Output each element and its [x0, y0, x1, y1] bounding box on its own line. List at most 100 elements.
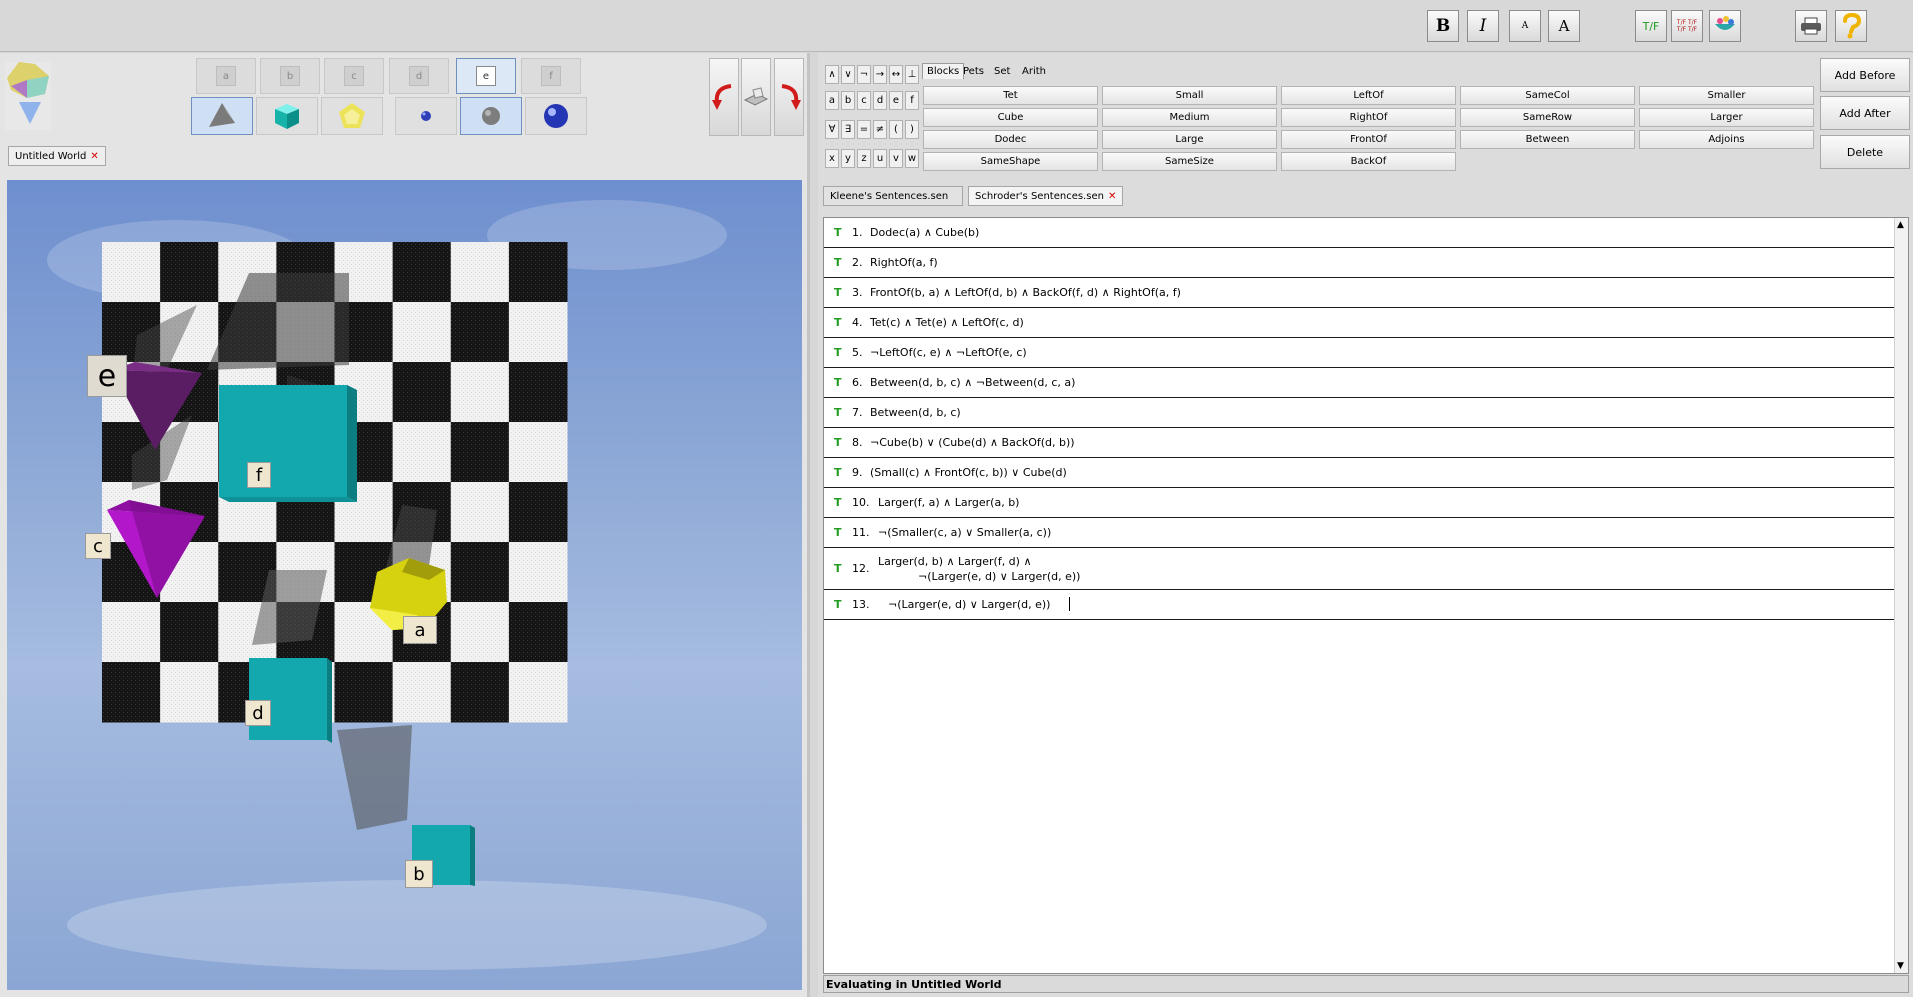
predicate-button-leftof[interactable]: LeftOf	[1281, 86, 1456, 105]
predicate-button-between[interactable]: Between	[1460, 130, 1635, 149]
predicate-button-medium[interactable]: Medium	[1102, 108, 1277, 127]
shape-button-cube[interactable]	[256, 97, 318, 135]
close-icon[interactable]: ✕	[1108, 191, 1116, 202]
scroll-down-icon[interactable]: ▼	[1897, 961, 1904, 971]
symbol-button[interactable]: c	[857, 91, 871, 110]
tab-blocks[interactable]: Blocks	[922, 63, 965, 79]
symbol-button[interactable]: b	[841, 91, 855, 110]
help-button[interactable]	[1835, 10, 1867, 42]
predicate-button-samesize[interactable]: SameSize	[1102, 152, 1277, 171]
sentence-formula[interactable]: ¬Cube(b) ∨ (Cube(d) ∧ BackOf(d, b))	[870, 436, 1075, 449]
label-button-a[interactable]: a	[196, 58, 256, 94]
sentence-row[interactable]: T 6. Between(d, b, c) ∧ ¬Between(d, c, a)	[824, 368, 1894, 398]
sentence-formula[interactable]: FrontOf(b, a) ∧ LeftOf(d, b) ∧ BackOf(f,…	[870, 286, 1181, 299]
symbol-button[interactable]: =	[857, 120, 871, 139]
symbol-button[interactable]: f	[905, 91, 919, 110]
sentence-formula[interactable]: ¬LeftOf(c, e) ∧ ¬LeftOf(e, c)	[870, 346, 1027, 359]
predicate-button-tet[interactable]: Tet	[923, 86, 1098, 105]
view-2d-button[interactable]	[741, 58, 771, 136]
symbol-button[interactable]: w	[905, 149, 919, 168]
block-f[interactable]	[219, 385, 357, 502]
print-button[interactable]	[1795, 10, 1827, 42]
sentence-row[interactable]: T 5. ¬LeftOf(c, e) ∧ ¬LeftOf(e, c)	[824, 338, 1894, 368]
sentence-editor[interactable]: T 1. Dodec(a) ∧ Cube(b) T 2. RightOf(a, f) T 3.…	[823, 217, 1909, 974]
predicate-button-dodec[interactable]: Dodec	[923, 130, 1098, 149]
symbol-button[interactable]: ∧	[825, 65, 839, 84]
tab-arith[interactable]: Arith	[1018, 63, 1050, 79]
label-button-b[interactable]: b	[260, 58, 320, 94]
delete-button[interactable]: Delete	[1820, 135, 1910, 169]
predicate-button-larger[interactable]: Larger	[1639, 108, 1814, 127]
sentence-row[interactable]: T 13. ¬(Larger(e, d) ∨ Larger(d, e))	[824, 590, 1894, 620]
verify-tf-button[interactable]: T/F	[1635, 10, 1667, 42]
palette-icon[interactable]	[5, 56, 57, 132]
symbol-button[interactable]: (	[889, 120, 903, 139]
vertical-scrollbar[interactable]: ▲ ▼	[1894, 218, 1908, 973]
sentence-formula[interactable]: Larger(f, a) ∧ Larger(a, b)	[878, 496, 1019, 509]
sentence-formula[interactable]: (Small(c) ∧ FrontOf(c, b)) ∨ Cube(d)	[870, 466, 1067, 479]
tab-schroder-sentences[interactable]: Schroder's Sentences.sen ✕	[968, 186, 1123, 206]
verify-all-button[interactable]: T/F T/F T/F T/F	[1671, 10, 1703, 42]
tab-pets[interactable]: Pets	[959, 63, 988, 79]
game-button[interactable]	[1709, 10, 1741, 42]
size-button-large[interactable]	[525, 97, 587, 135]
predicate-button-cube[interactable]: Cube	[923, 108, 1098, 127]
sentence-row[interactable]: T 1. Dodec(a) ∧ Cube(b)	[824, 218, 1894, 248]
label-button-e[interactable]: e	[456, 58, 516, 94]
symbol-button[interactable]: ≠	[873, 120, 887, 139]
rotate-right-button[interactable]	[774, 58, 804, 136]
tab-untitled-world[interactable]: Untitled World ✕	[8, 146, 106, 166]
size-button-medium[interactable]	[460, 97, 522, 135]
predicate-button-samecol[interactable]: SameCol	[1460, 86, 1635, 105]
italic-button[interactable]: I	[1467, 10, 1499, 42]
sentence-row[interactable]: T 12. Larger(d, b) ∧ Larger(f, d) ∧ ¬(Large…	[824, 548, 1894, 590]
add-after-button[interactable]: Add After	[1820, 96, 1910, 130]
symbol-button[interactable]: a	[825, 91, 839, 110]
symbol-button[interactable]: y	[841, 149, 855, 168]
sentence-formula[interactable]: Larger(d, b) ∧ Larger(f, d) ∧	[878, 555, 1032, 568]
sentence-formula-continued[interactable]: ¬(Larger(e, d) ∨ Larger(d, e))	[918, 570, 1080, 583]
sentence-formula[interactable]: Between(d, b, c) ∧ ¬Between(d, c, a)	[870, 376, 1075, 389]
shape-button-tet[interactable]	[191, 97, 253, 135]
add-before-button[interactable]: Add Before	[1820, 58, 1910, 92]
font-larger-button[interactable]: A	[1548, 10, 1580, 42]
sentence-row[interactable]: T 10. Larger(f, a) ∧ Larger(a, b)	[824, 488, 1894, 518]
symbol-button[interactable]: e	[889, 91, 903, 110]
sentence-formula[interactable]: Between(d, b, c)	[870, 406, 961, 419]
predicate-button-small[interactable]: Small	[1102, 86, 1277, 105]
predicate-button-rightof[interactable]: RightOf	[1281, 108, 1456, 127]
sentence-row[interactable]: T 8. ¬Cube(b) ∨ (Cube(d) ∧ BackOf(d, b))	[824, 428, 1894, 458]
rotate-left-button[interactable]	[709, 58, 739, 136]
sentence-formula[interactable]: ¬(Smaller(c, a) ∨ Smaller(a, c))	[878, 526, 1051, 539]
label-button-f[interactable]: f	[521, 58, 581, 94]
size-button-small[interactable]	[395, 97, 457, 135]
tab-kleene-sentences[interactable]: Kleene's Sentences.sen	[823, 186, 963, 206]
symbol-button[interactable]: u	[873, 149, 887, 168]
tab-set[interactable]: Set	[990, 63, 1014, 79]
sentence-row[interactable]: T 11. ¬(Smaller(c, a) ∨ Smaller(a, c))	[824, 518, 1894, 548]
font-smaller-button[interactable]: A	[1509, 10, 1541, 42]
predicate-button-frontof[interactable]: FrontOf	[1281, 130, 1456, 149]
symbol-button[interactable]: d	[873, 91, 887, 110]
predicate-button-sameshape[interactable]: SameShape	[923, 152, 1098, 171]
sentence-row[interactable]: T 2. RightOf(a, f)	[824, 248, 1894, 278]
predicate-button-large[interactable]: Large	[1102, 130, 1277, 149]
world-view[interactable]: e f c a d b	[7, 180, 802, 990]
symbol-button[interactable]: x	[825, 149, 839, 168]
scroll-up-icon[interactable]: ▲	[1897, 220, 1904, 230]
predicate-button-adjoins[interactable]: Adjoins	[1639, 130, 1814, 149]
label-button-d[interactable]: d	[389, 58, 449, 94]
sentence-formula[interactable]: Tet(c) ∧ Tet(e) ∧ LeftOf(c, d)	[870, 316, 1024, 329]
sentence-row[interactable]: T 3. FrontOf(b, a) ∧ LeftOf(d, b) ∧ BackOf…	[824, 278, 1894, 308]
shape-button-dodec[interactable]	[321, 97, 383, 135]
symbol-button[interactable]: ⊥	[905, 65, 919, 84]
symbol-button[interactable]: ↔	[889, 65, 903, 84]
sentence-formula[interactable]: Dodec(a) ∧ Cube(b)	[870, 226, 979, 239]
symbol-button[interactable]: )	[905, 120, 919, 139]
sentence-row[interactable]: T 4. Tet(c) ∧ Tet(e) ∧ LeftOf(c, d)	[824, 308, 1894, 338]
sentence-row[interactable]: T 9. (Small(c) ∧ FrontOf(c, b)) ∨ Cube(d)	[824, 458, 1894, 488]
sentence-row[interactable]: T 7. Between(d, b, c)	[824, 398, 1894, 428]
bold-button[interactable]: B	[1427, 10, 1459, 42]
predicate-button-backof[interactable]: BackOf	[1281, 152, 1456, 171]
symbol-button[interactable]: v	[889, 149, 903, 168]
